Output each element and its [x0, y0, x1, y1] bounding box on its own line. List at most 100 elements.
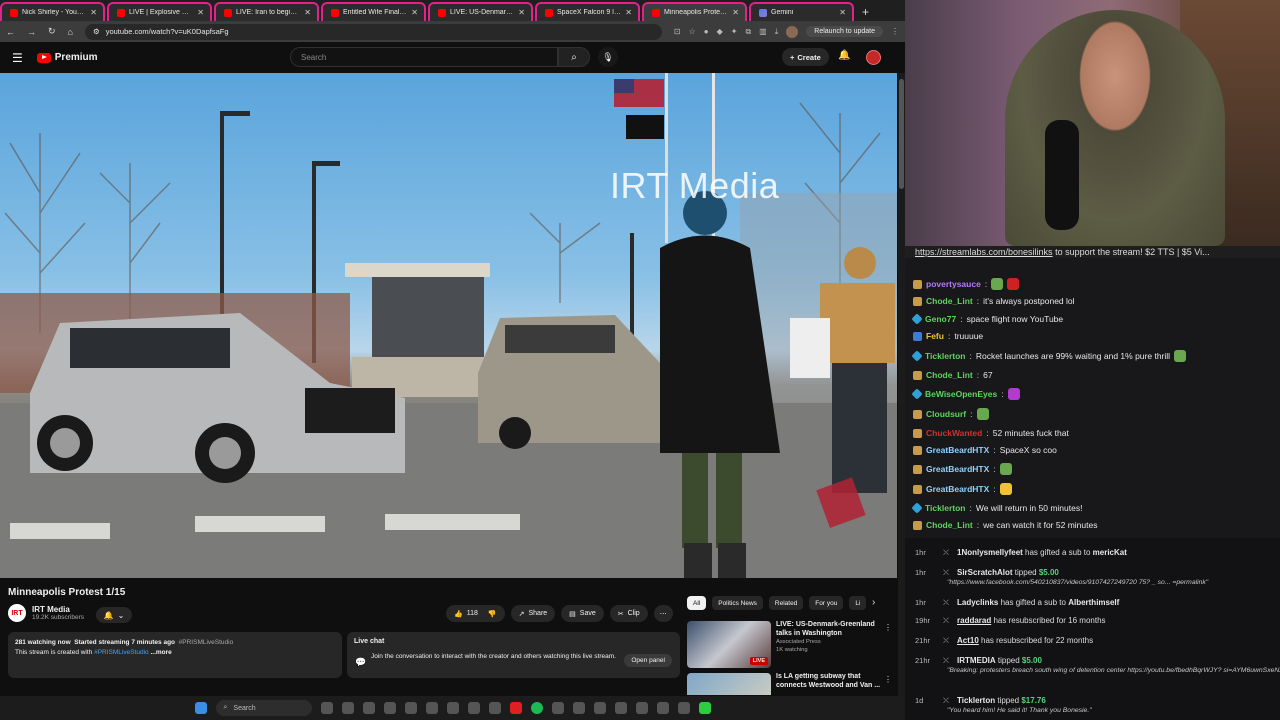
terminal-icon[interactable]	[404, 702, 417, 714]
spotify-icon[interactable]	[530, 702, 543, 714]
chat-username[interactable]: Fefu	[926, 331, 944, 341]
recommendation-title[interactable]: Is LA getting subway that connects Westw…	[776, 673, 892, 690]
app-icon[interactable]	[635, 702, 648, 714]
chat-username[interactable]: Chode_Lint	[926, 296, 973, 306]
create-button[interactable]: + Create	[782, 48, 829, 66]
extension-icon[interactable]: ◆	[717, 27, 723, 36]
extension-icon[interactable]: ●	[704, 27, 709, 36]
more-actions-button[interactable]: ⋯	[653, 605, 673, 622]
channel-avatar[interactable]: IRT	[8, 604, 26, 622]
more-options-icon[interactable]: ⋮	[884, 675, 892, 684]
hamburger-menu-icon[interactable]: ☰	[12, 51, 23, 65]
notifications-bell-icon[interactable]: 🔔	[838, 50, 850, 61]
filter-chip[interactable]: Related	[768, 596, 804, 610]
description-box[interactable]: 281 watching now Started streaming 7 min…	[8, 632, 342, 678]
bookmark-star-icon[interactable]: ☆	[689, 27, 696, 36]
app-icon[interactable]	[593, 702, 606, 714]
browser-tab[interactable]: LIVE: US-Denmark-Greenl ✕	[428, 2, 533, 21]
hashtag[interactable]: #PRISMLiveStudio	[179, 639, 234, 646]
extension-icon[interactable]: ✦	[731, 27, 738, 36]
windows-start-icon[interactable]	[194, 702, 207, 714]
browser-tab[interactable]: Entitled Wife Finally Meet ✕	[321, 2, 426, 21]
recommendation-thumbnail[interactable]: LIVE	[687, 621, 771, 668]
search-input[interactable]: Search	[290, 47, 558, 67]
chat-username[interactable]: povertysauce	[926, 279, 981, 289]
close-tab-icon[interactable]: ✕	[411, 8, 418, 17]
filter-chip[interactable]: For you	[809, 596, 844, 610]
chat-username[interactable]: Geno77	[925, 314, 956, 324]
site-info-icon[interactable]: ⚙	[93, 27, 100, 36]
event-username[interactable]: raddarad	[957, 616, 991, 625]
youtube-icon[interactable]	[509, 702, 522, 714]
share-button[interactable]: ↗ Share	[510, 605, 556, 622]
hashtag-link[interactable]: #PRISMLiveStudio	[94, 649, 149, 656]
relaunch-button[interactable]: Relaunch to update	[806, 26, 883, 37]
url-field[interactable]: ⚙ youtube.com/watch?v=uK0DapfsaFg	[84, 23, 662, 40]
install-icon[interactable]: ⊡	[674, 27, 681, 36]
chat-username[interactable]: Chode_Lint	[926, 520, 973, 530]
back-icon[interactable]: ←	[6, 27, 15, 37]
browser-tab[interactable]: SpaceX Falcon 9 launche✕	[535, 2, 640, 21]
clip-button[interactable]: ✂ Clip	[609, 605, 648, 622]
forward-icon[interactable]: →	[27, 27, 36, 37]
sidebar-icon[interactable]: ▥	[759, 27, 767, 36]
event-target[interactable]: Alberthimself	[1068, 598, 1119, 607]
save-button[interactable]: ▤ Save	[561, 605, 604, 622]
maps-icon[interactable]	[614, 702, 627, 714]
event-username[interactable]: Ticklerton	[957, 696, 995, 705]
video-player[interactable]: IRT Media	[0, 73, 897, 578]
close-tab-icon[interactable]: ✕	[90, 8, 97, 17]
task-view-icon[interactable]	[320, 702, 333, 714]
close-tab-icon[interactable]: ✕	[839, 8, 846, 17]
copilot-icon[interactable]	[341, 702, 354, 714]
app-icon[interactable]	[677, 702, 690, 714]
event-username[interactable]: Ladyclinks	[957, 598, 998, 607]
chat-username[interactable]: Ticklerton	[925, 351, 965, 361]
app-icon[interactable]	[698, 702, 711, 714]
chat-username[interactable]: GreatBeardHTX	[926, 445, 989, 455]
filter-chip[interactable]: Li	[849, 596, 867, 610]
event-username[interactable]: SirScratchAlot	[957, 568, 1013, 577]
browser-tab[interactable]: LIVE | Explosive House he ✕	[107, 2, 212, 21]
recommendation-item[interactable]: LIVE LIVE: US-Denmark-Greenland talks in…	[687, 621, 892, 668]
open-panel-button[interactable]: Open panel	[624, 654, 672, 667]
browser-tab[interactable]: Minneapolis Protest 1 ✕	[642, 2, 747, 21]
close-tab-icon[interactable]: ✕	[197, 8, 204, 17]
search-button[interactable]: ⌕	[558, 47, 590, 67]
event-target[interactable]: mericKat	[1093, 548, 1127, 557]
close-tab-icon[interactable]: ✕	[304, 8, 311, 17]
youtube-logo[interactable]: Premium	[36, 52, 98, 63]
filter-chip[interactable]: Politics News	[712, 596, 763, 610]
profile-avatar[interactable]	[786, 25, 799, 38]
edge-icon[interactable]	[383, 702, 396, 714]
app-icon[interactable]	[656, 702, 669, 714]
event-username[interactable]: Act10	[957, 636, 979, 645]
puzzle-icon[interactable]: ⧉	[745, 27, 751, 37]
close-tab-icon[interactable]: ✕	[625, 8, 632, 17]
event-username[interactable]: 1Nonlysmellyfeet	[957, 548, 1023, 557]
close-tab-icon[interactable]: ✕	[732, 8, 739, 17]
chat-username[interactable]: GreatBeardHTX	[926, 464, 989, 474]
download-icon[interactable]: ⤓	[775, 27, 779, 37]
browser-tab[interactable]: Gemini ✕	[749, 2, 854, 21]
reload-icon[interactable]: ↻	[48, 26, 56, 37]
new-tab-icon[interactable]: +	[856, 5, 875, 21]
close-tab-icon[interactable]: ✕	[518, 8, 525, 17]
steam-icon[interactable]	[467, 702, 480, 714]
explorer-icon[interactable]	[446, 702, 459, 714]
account-avatar[interactable]	[866, 50, 881, 65]
settings-icon[interactable]	[572, 702, 585, 714]
subscription-bell-button[interactable]: 🔔 ⌄	[96, 607, 132, 623]
menu-dots-icon[interactable]: ⋮	[891, 27, 899, 36]
browser-tab[interactable]: LIVE: Iran to begin public ✕	[214, 2, 319, 21]
chat-username[interactable]: GreatBeardHTX	[926, 484, 989, 494]
channel-name[interactable]: IRT Media	[32, 605, 84, 614]
recommendation-thumbnail[interactable]	[687, 673, 771, 695]
page-scrollbar[interactable]	[898, 73, 905, 696]
taskbar-search[interactable]: ⌕ Search	[215, 700, 312, 716]
chrome-icon[interactable]	[362, 702, 375, 714]
more-link[interactable]: ...more	[149, 649, 171, 656]
chat-username[interactable]: BeWiseOpenEyes	[925, 389, 997, 399]
browser-tab[interactable]: Nick Shirley - YouTube ✕	[0, 2, 105, 21]
chat-username[interactable]: Chode_Lint	[926, 370, 973, 380]
